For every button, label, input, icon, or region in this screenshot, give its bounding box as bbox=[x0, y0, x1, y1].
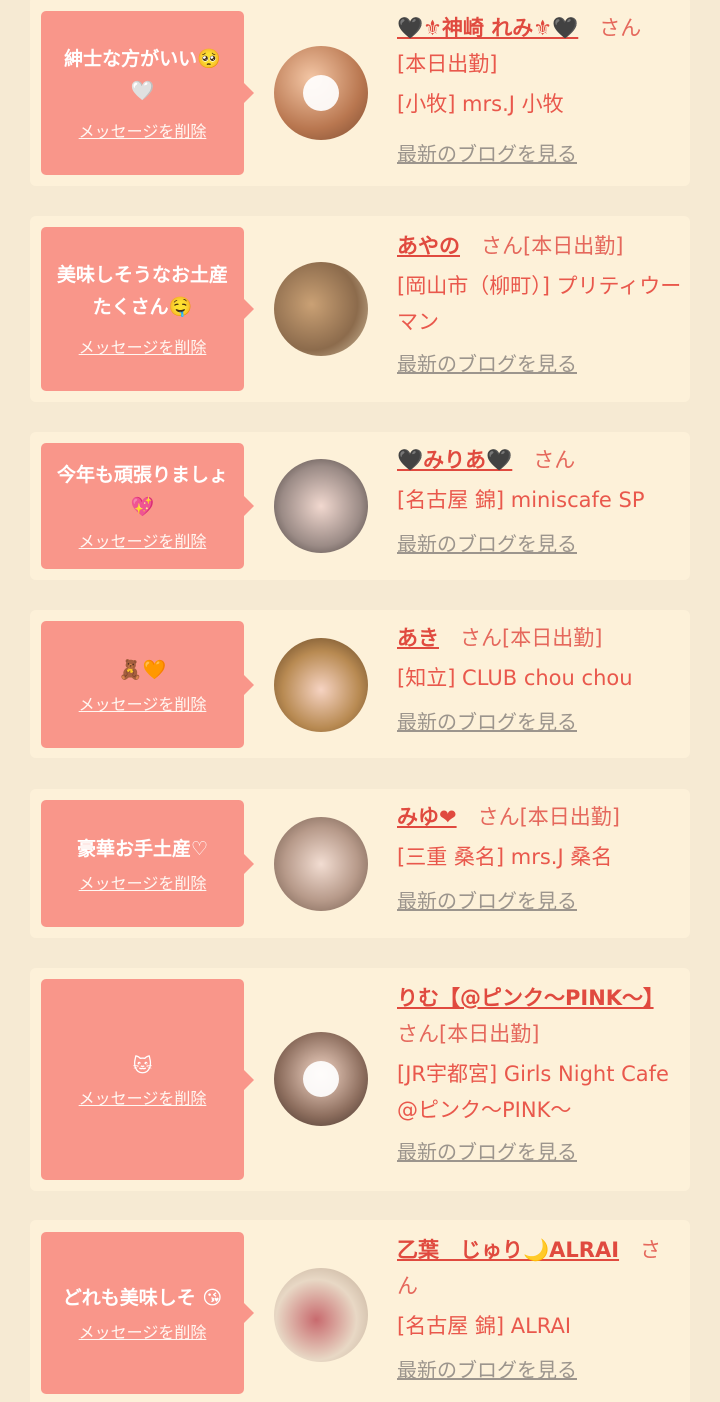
message-bubble: 今年も頑張りましょ 💖 メッセージを削除 bbox=[41, 443, 254, 569]
latest-blog-link[interactable]: 最新のブログを見る bbox=[397, 346, 682, 382]
name-line: あやの さん[本日出勤] bbox=[397, 228, 682, 264]
cast-name-link[interactable]: 🖤みりあ🖤 bbox=[397, 448, 512, 472]
message-card: 美味しそうなお土産たくさん🤤 メッセージを削除 あやの さん[本日出勤] [岡山… bbox=[30, 216, 690, 402]
honorific-label: さん bbox=[599, 16, 642, 40]
delete-message-link[interactable]: メッセージを削除 bbox=[79, 337, 207, 359]
latest-blog-link[interactable]: 最新のブログを見る bbox=[397, 526, 682, 562]
message-bubble: 美味しそうなお土産たくさん🤤 メッセージを削除 bbox=[41, 227, 254, 391]
cast-name-link[interactable]: 乙葉 じゅり🌙ALRAI bbox=[397, 1238, 619, 1262]
shop-name: [三重 桑名] mrs.J 桑名 bbox=[397, 845, 613, 869]
delete-message-link[interactable]: メッセージを削除 bbox=[79, 1322, 207, 1344]
message-bubble: 紳士な方がいい🥺🤍 メッセージを削除 bbox=[41, 11, 254, 175]
message-bubble: 🧸🧡 メッセージを削除 bbox=[41, 621, 254, 748]
cast-info: 🖤みりあ🖤 さん [名古屋 錦] miniscafe SP 最新のブログを見る bbox=[397, 442, 682, 562]
latest-blog-link[interactable]: 最新のブログを見る bbox=[397, 136, 682, 172]
cast-avatar[interactable] bbox=[274, 459, 368, 553]
shop-name: [名古屋 錦] miniscafe SP bbox=[397, 488, 645, 512]
cast-info: あやの さん[本日出勤] [岡山市（柳町）] プリティウーマン 最新のブログを見… bbox=[397, 228, 682, 382]
cast-avatar[interactable] bbox=[274, 262, 368, 356]
name-line: りむ【@ピンク～PINK～】 さん[本日出勤] bbox=[397, 980, 682, 1052]
message-text: 美味しそうなお土産たくさん🤤 bbox=[56, 264, 228, 318]
message-bubble: 🐱 メッセージを削除 bbox=[41, 979, 254, 1180]
latest-blog-link[interactable]: 最新のブログを見る bbox=[397, 704, 682, 740]
message-bubble: 豪華お手土産♡ メッセージを削除 bbox=[41, 800, 254, 927]
message-text: 紳士な方がいい🥺🤍 bbox=[64, 48, 221, 102]
heart-mask-icon bbox=[303, 75, 339, 111]
honorific-label: さん[本日出勤] bbox=[477, 805, 620, 829]
message-text: 豪華お手土産♡ bbox=[76, 837, 209, 860]
delete-message-link[interactable]: メッセージを削除 bbox=[79, 694, 207, 716]
cast-avatar[interactable] bbox=[274, 817, 368, 911]
name-line: あき さん[本日出勤] bbox=[397, 620, 682, 656]
message-text: どれも美味しそ 😘 bbox=[62, 1287, 223, 1309]
delete-message-link[interactable]: メッセージを削除 bbox=[79, 121, 207, 143]
shop-name: [JR宇都宮] Girls Night Cafe @ピンク～PINK～ bbox=[397, 1062, 669, 1122]
cast-info: 乙葉 じゅり🌙ALRAI さん [名古屋 錦] ALRAI 最新のブログを見る bbox=[397, 1232, 682, 1388]
name-line: 乙葉 じゅり🌙ALRAI さん bbox=[397, 1232, 682, 1304]
cast-info: りむ【@ピンク～PINK～】 さん[本日出勤] [JR宇都宮] Girls Ni… bbox=[397, 980, 682, 1170]
latest-blog-link[interactable]: 最新のブログを見る bbox=[397, 883, 682, 919]
cast-info: 🖤⚜神崎 れみ⚜🖤 さん [本日出勤] [小牧] mrs.J 小牧 最新のブログ… bbox=[397, 10, 682, 172]
message-text: 今年も頑張りましょ 💖 bbox=[56, 464, 228, 518]
shop-name: [名古屋 錦] ALRAI bbox=[397, 1314, 572, 1338]
latest-blog-link[interactable]: 最新のブログを見る bbox=[397, 1352, 682, 1388]
cast-name-link[interactable]: あやの bbox=[397, 234, 460, 258]
message-text: 🐱 bbox=[132, 1054, 153, 1077]
message-card: どれも美味しそ 😘 メッセージを削除 乙葉 じゅり🌙ALRAI さん [名古屋 … bbox=[30, 1220, 690, 1402]
honorific-label: さん[本日出勤] bbox=[481, 234, 624, 258]
cast-name-link[interactable]: 🖤⚜神崎 れみ⚜🖤 bbox=[397, 16, 578, 40]
message-card: 豪華お手土産♡ メッセージを削除 みゆ❤ さん[本日出勤] [三重 桑名] mr… bbox=[30, 789, 690, 938]
honorific-label: さん[本日出勤] bbox=[397, 1022, 540, 1046]
message-card: 🧸🧡 メッセージを削除 あき さん[本日出勤] [知立] CLUB chou c… bbox=[30, 610, 690, 758]
shop-name: [岡山市（柳町）] プリティウーマン bbox=[397, 274, 682, 334]
delete-message-link[interactable]: メッセージを削除 bbox=[79, 1088, 207, 1110]
shop-name: [知立] CLUB chou chou bbox=[397, 666, 633, 690]
cast-name-link[interactable]: みゆ❤ bbox=[397, 805, 457, 829]
message-card: 今年も頑張りましょ 💖 メッセージを削除 🖤みりあ🖤 さん [名古屋 錦] mi… bbox=[30, 432, 690, 580]
delete-message-link[interactable]: メッセージを削除 bbox=[79, 873, 207, 895]
cast-name-link[interactable]: りむ【@ピンク～PINK～】 bbox=[397, 986, 654, 1010]
message-card: 🐱 メッセージを削除 りむ【@ピンク～PINK～】 さん[本日出勤] [JR宇都… bbox=[30, 968, 690, 1191]
latest-blog-link[interactable]: 最新のブログを見る bbox=[397, 1134, 682, 1170]
heart-mask-icon bbox=[303, 1061, 339, 1097]
cast-avatar[interactable] bbox=[274, 46, 368, 140]
cast-avatar[interactable] bbox=[274, 638, 368, 732]
cast-avatar[interactable] bbox=[274, 1268, 368, 1362]
message-card: 紳士な方がいい🥺🤍 メッセージを削除 🖤⚜神崎 れみ⚜🖤 さん [本日出勤] [… bbox=[30, 0, 690, 186]
honorific-label: さん bbox=[533, 448, 576, 472]
cast-name-link[interactable]: あき bbox=[397, 626, 439, 650]
cast-info: みゆ❤ さん[本日出勤] [三重 桑名] mrs.J 桑名 最新のブログを見る bbox=[397, 799, 682, 919]
message-text: 🧸🧡 bbox=[118, 658, 167, 681]
name-line: みゆ❤ さん[本日出勤] bbox=[397, 799, 682, 835]
message-card-list: 紳士な方がいい🥺🤍 メッセージを削除 🖤⚜神崎 れみ⚜🖤 さん [本日出勤] [… bbox=[0, 0, 720, 1402]
message-bubble: どれも美味しそ 😘 メッセージを削除 bbox=[41, 1232, 254, 1394]
name-line: 🖤⚜神崎 れみ⚜🖤 さん bbox=[397, 10, 682, 46]
delete-message-link[interactable]: メッセージを削除 bbox=[79, 531, 207, 553]
honorific-label: さん[本日出勤] bbox=[460, 626, 603, 650]
work-status: [本日出勤] bbox=[397, 52, 498, 76]
cast-info: あき さん[本日出勤] [知立] CLUB chou chou 最新のブログを見… bbox=[397, 620, 682, 740]
shop-name: [小牧] mrs.J 小牧 bbox=[397, 92, 564, 116]
cast-avatar[interactable] bbox=[274, 1032, 368, 1126]
name-line: 🖤みりあ🖤 さん bbox=[397, 442, 682, 478]
